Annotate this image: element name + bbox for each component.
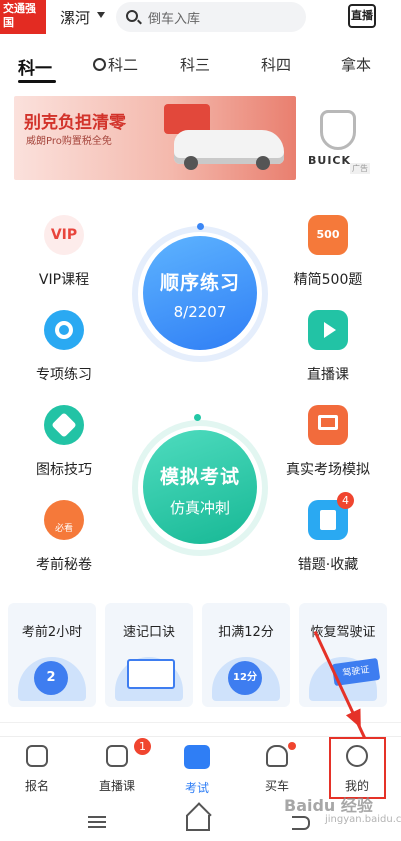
live-course-label: 直播课 — [307, 367, 349, 383]
baidu-watermark-url: jingyan.baidu.com — [325, 814, 401, 825]
real-exam-simulation-label: 真实考场模拟 — [286, 462, 370, 478]
road-sign-icon — [44, 405, 84, 445]
card-12-points-deducted[interactable]: 扣满12分 12分 — [202, 603, 290, 707]
city-selector[interactable]: 漯河 — [60, 7, 90, 28]
traffic-badge-logo: 交通强国 — [0, 0, 46, 34]
nav-signup[interactable]: 报名 — [7, 745, 67, 794]
nav-exam[interactable]: 考试 — [167, 745, 227, 796]
mistakes-favorites-label: 错题·收藏 — [297, 557, 359, 573]
points-clock-icon: 12分 — [228, 661, 262, 695]
ad-banner[interactable]: 别克负担清零 威朗Pro购置税全免 — [14, 96, 296, 180]
card-title: 考前2小时 — [21, 625, 83, 640]
sign-tips-button[interactable]: 图标技巧 — [14, 405, 114, 479]
live-course-button[interactable]: 直播课 — [278, 310, 378, 384]
vip-course-button[interactable]: VIP VIP课程 — [14, 215, 114, 289]
back-icon[interactable] — [292, 816, 310, 830]
card-title: 速记口诀 — [122, 625, 175, 640]
video-play-icon — [308, 310, 348, 350]
nav-exam-label: 考试 — [184, 781, 209, 795]
tab-get-license[interactable]: 拿本 — [341, 54, 371, 75]
mistakes-favorites-button[interactable]: 4 错题·收藏 — [278, 492, 378, 574]
live-button[interactable]: 直播 — [348, 4, 376, 28]
simplified-500-button[interactable]: 500 精简500题 — [278, 215, 378, 289]
exam-ring-dot — [194, 414, 201, 421]
card-memory-tips[interactable]: 速记口诀 — [105, 603, 193, 707]
mock-exam-button[interactable]: 模拟考试 仿真冲刺 — [143, 430, 257, 544]
tab-subject-2-label: 科二 — [108, 56, 139, 74]
sequential-practice-button[interactable]: 顺序练习 8/2207 — [143, 236, 257, 350]
home-icon[interactable] — [186, 815, 210, 831]
card-title: 扣满12分 — [218, 625, 274, 640]
brand-name: BUICK — [308, 154, 352, 167]
search-input[interactable]: 倒车入库 — [116, 2, 306, 32]
menu-icon[interactable] — [88, 816, 106, 828]
board-icon — [127, 659, 175, 689]
practice-ring-dot — [197, 223, 204, 230]
tv-icon — [106, 745, 128, 767]
chevron-down-icon[interactable] — [97, 12, 105, 18]
annotation-highlight-box — [329, 737, 386, 799]
car-image — [174, 130, 284, 170]
document-icon — [26, 745, 48, 767]
stopwatch-icon: 2 — [34, 661, 68, 695]
nav-buy-car[interactable]: 买车 — [247, 745, 307, 794]
secret-paper-button[interactable]: 必看 考前秘卷 — [14, 500, 114, 574]
tab-subject-4[interactable]: 科四 — [261, 54, 291, 75]
mock-exam-subtitle: 仿真冲刺 — [169, 499, 230, 517]
simplified-500-label: 精简500题 — [293, 272, 363, 288]
clipboard-icon: 必看 — [44, 500, 84, 540]
star-bookmark-icon: 4 — [308, 492, 354, 540]
car-icon — [266, 745, 288, 767]
buick-emblem-icon — [320, 110, 356, 150]
nav-signup-label: 报名 — [24, 779, 49, 793]
subject-tabs: 科一 科二 科三 科四 拿本 — [0, 50, 401, 86]
top-bar: 交通强国 漯河 倒车入库 直播 — [0, 0, 401, 36]
tab-subject-1[interactable]: 科一 — [18, 54, 52, 79]
steering-wheel-icon — [93, 58, 106, 71]
topic-practice-label: 专项练习 — [36, 367, 92, 383]
list-500-icon: 500 — [308, 215, 348, 255]
banner-title: 别克负担清零 — [24, 113, 126, 133]
monitor-icon — [308, 405, 348, 445]
buy-car-notification-dot — [288, 742, 296, 750]
tab-subject-2[interactable]: 科二 — [93, 54, 138, 75]
sign-tips-label: 图标技巧 — [36, 462, 92, 478]
mistakes-count-badge: 4 — [337, 492, 354, 509]
tab-subject-3[interactable]: 科三 — [180, 54, 210, 75]
practice-progress: 8/2207 — [173, 303, 227, 321]
annotation-arrow-head — [345, 708, 369, 732]
live-course-count-badge: 1 — [134, 738, 151, 755]
vip-course-label: VIP课程 — [38, 272, 90, 288]
nav-live-course-label: 直播课 — [98, 779, 135, 793]
topic-practice-button[interactable]: 专项练习 — [14, 310, 114, 384]
card-title: 恢复驾驶证 — [310, 625, 376, 640]
ad-tag: 广告 — [350, 163, 370, 174]
baidu-watermark: Baidu 经验 — [284, 796, 373, 815]
sequential-practice-title: 顺序练习 — [159, 272, 240, 294]
mock-exam-title: 模拟考试 — [159, 466, 240, 488]
tab-indicator — [18, 80, 56, 83]
divider — [0, 722, 401, 723]
exam-folder-icon — [184, 745, 210, 769]
target-icon — [44, 310, 84, 350]
real-exam-simulation-button[interactable]: 真实考场模拟 — [278, 405, 378, 479]
vip-icon: VIP — [44, 215, 84, 255]
search-placeholder: 倒车入库 — [148, 12, 201, 27]
banner-subtitle: 威朗Pro购置税全免 — [26, 136, 112, 147]
card-2-hours-before-exam[interactable]: 考前2小时 2 — [8, 603, 96, 707]
secret-paper-label: 考前秘卷 — [36, 557, 92, 573]
search-icon — [126, 10, 138, 22]
buick-logo: BUICK — [306, 110, 370, 170]
